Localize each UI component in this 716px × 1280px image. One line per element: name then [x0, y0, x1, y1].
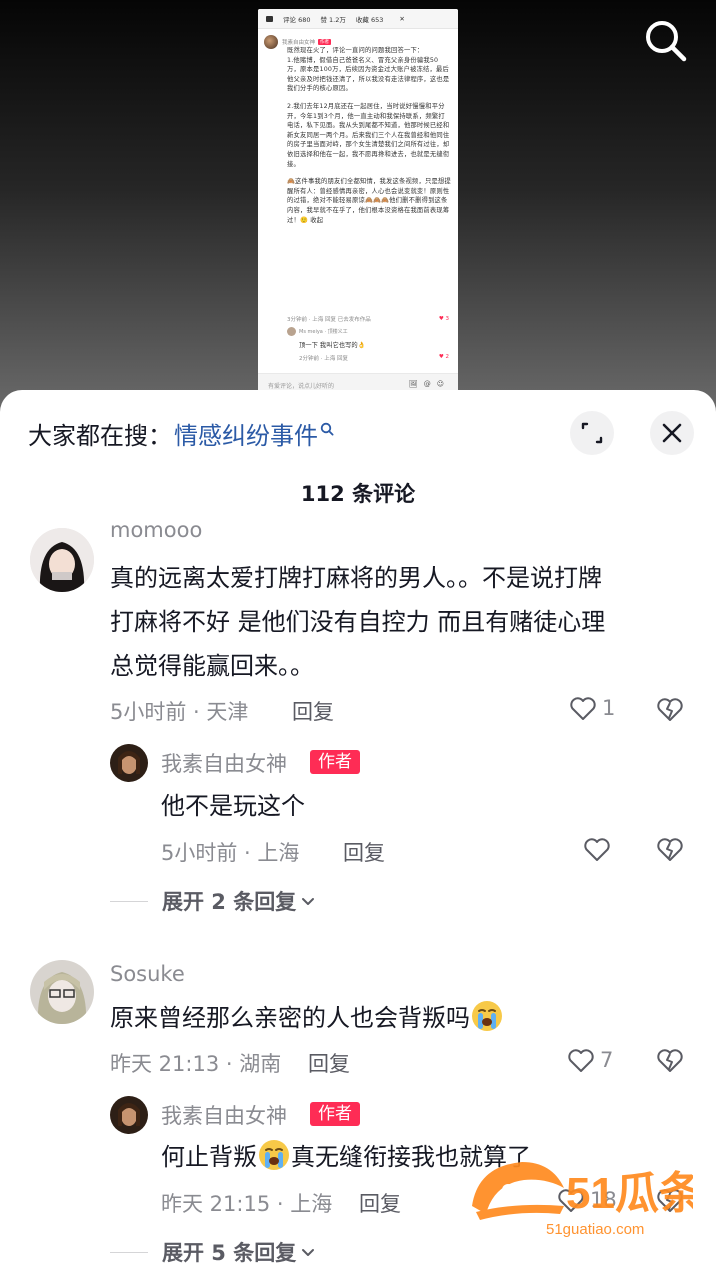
reply-username[interactable]: 我素自由女神 — [161, 748, 287, 778]
crying-emoji-icon — [259, 1140, 289, 1170]
embed-paragraph: 1.他赌博，假借自己爸爸名义、冒充父亲身份骗我50万，原本是100万，后续因为资… — [287, 56, 450, 93]
embed-author-tag: 作者 — [318, 39, 332, 45]
embed-author-name: 我素自由女神 — [282, 40, 316, 46]
reply-username[interactable]: 我素自由女神 — [161, 1100, 287, 1130]
embed-meta: 3分钟前 · 上海 回复 已去发布作品 ♥ 3 — [287, 315, 455, 323]
embed-meta-text: 3分钟前 · 上海 回复 已去发布作品 — [287, 317, 371, 323]
embed-input-placeholder: 有爱评论，说点儿好听的 — [268, 383, 335, 390]
embed-paragraph: 2.我们去年12月底还在一起居住，当时说好慢慢和平分开，今年1到3个月，他一直主… — [287, 102, 450, 168]
heart-icon — [568, 1049, 594, 1072]
comment-line: 真的远离太爱打牌打麻将的男人。。不是说打牌 — [110, 564, 602, 592]
chevron-down-icon — [302, 898, 315, 905]
author-avatar[interactable] — [110, 1096, 148, 1134]
like-button[interactable]: 18 — [556, 1185, 617, 1215]
like-count: 1 — [602, 696, 616, 720]
embed-like-count: 3 — [445, 316, 450, 322]
avatar[interactable] — [30, 528, 94, 592]
expand-replies-button[interactable]: 展开 2 条回复 — [110, 886, 318, 916]
comment-time-location: 5小时前 · 天津 — [110, 700, 249, 724]
embed-tab-bar: 评论 680 赞 1.2万 收藏 653 ✕ — [258, 9, 458, 29]
dislike-icon[interactable] — [655, 834, 685, 864]
search-icon[interactable] — [640, 16, 690, 66]
embed-sub-reply: Ms meiya · 顶楼义工 顶一下 我叫它也写的👌 2分钟前 · 上海 回复… — [287, 327, 455, 362]
like-button[interactable]: 7 — [566, 1045, 613, 1075]
dislike-icon[interactable] — [655, 1185, 685, 1215]
crying-emoji-icon — [472, 1001, 502, 1031]
reply-button[interactable]: 回复 — [343, 837, 385, 867]
expand-replies-button[interactable]: 展开 5 条回复 — [110, 1237, 318, 1267]
expand-replies-label: 展开 2 条回复 — [162, 890, 297, 914]
heart-icon — [558, 1189, 584, 1212]
dislike-icon[interactable] — [655, 694, 685, 724]
embed-sub-like: 2 — [445, 354, 450, 360]
author-badge: 作者 — [310, 750, 360, 774]
reply-text: 何止背叛 真无缝衔接我也就算了 — [161, 1135, 531, 1179]
comment-line: 总觉得能赢回来。。 — [110, 652, 314, 680]
embed-close-icon: ✕ — [399, 14, 405, 23]
avatar-image — [110, 1096, 148, 1134]
avatar-image — [30, 528, 94, 592]
comment-time-location: 昨天 21:13 · 湖南 — [110, 1052, 282, 1076]
embed-sub-avatar — [287, 327, 296, 336]
comment-sheet: 大家都在搜： 情感纠纷事件 112 条评论 momooo 真的远离太爱打牌打麻将… — [0, 390, 716, 1280]
close-button[interactable] — [650, 411, 694, 455]
comment-line: 原来曾经那么亲密的人也会背叛吗 — [110, 1004, 470, 1032]
embed-tab: 评论 680 — [283, 15, 311, 24]
like-count: 18 — [590, 1188, 617, 1212]
video-background: 评论 680 赞 1.2万 收藏 653 ✕ 我素自由女神 作者 既然现在火了，… — [0, 0, 716, 420]
comment-text: 原来曾经那么亲密的人也会背叛吗 — [110, 996, 504, 1040]
embed-tab: 收藏 653 — [355, 15, 384, 24]
avatar[interactable] — [30, 960, 94, 1024]
reply-button[interactable]: 回复 — [308, 1048, 350, 1078]
comment-text: 真的远离太爱打牌打麻将的男人。。不是说打牌 打麻将不好 是他们没有自控力 而且有… — [110, 556, 605, 688]
like-button[interactable]: 1 — [568, 693, 615, 723]
embed-sub-text: 顶一下 我叫它也写的👌 — [299, 342, 366, 349]
search-suggestion-link[interactable]: 情感纠纷事件 — [174, 416, 318, 451]
reply-text: 他不是玩这个 — [161, 792, 305, 820]
embed-comment-icon — [266, 15, 273, 22]
dislike-icon[interactable] — [655, 1045, 685, 1075]
search-small-icon — [320, 422, 334, 436]
author-badge: 作者 — [310, 1102, 360, 1126]
close-icon — [662, 423, 682, 443]
embed-paragraph: 既然现在火了，评论一直问的问题我回答一下： — [287, 47, 424, 54]
reply-time-location: 5小时前 · 上海 — [161, 841, 300, 865]
embed-avatar — [264, 35, 278, 49]
avatar-image — [30, 960, 94, 1024]
embed-comment-body: 既然现在火了，评论一直问的问题我回答一下： 1.他赌博，假借自己爸爸名义、冒充父… — [287, 46, 451, 225]
heart-icon — [570, 697, 596, 720]
expand-replies-label: 展开 5 条回复 — [162, 1241, 297, 1265]
embed-tab: 赞 1.2万 — [320, 15, 346, 24]
embed-sub-meta: 2分钟前 · 上海 回复 — [299, 356, 348, 362]
embed-heart-icon: ♥ 3 — [438, 316, 450, 322]
reply-text-part: 何止背叛 — [161, 1143, 257, 1171]
comment-username[interactable]: Sosuke — [110, 962, 185, 986]
embed-sub-name: Ms meiya · 顶楼义工 — [299, 329, 348, 335]
avatar-image — [110, 744, 148, 782]
reply-time-location: 昨天 21:15 · 上海 — [161, 1192, 333, 1216]
embed-input-icons: 🖼@☺ — [408, 380, 450, 388]
author-avatar[interactable] — [110, 744, 148, 782]
embed-sub-heart-icon: ♥ 2 — [438, 354, 450, 360]
comment-count: 112 条评论 — [300, 482, 416, 506]
embedded-comment-screenshot: 评论 680 赞 1.2万 收藏 653 ✕ 我素自由女神 作者 既然现在火了，… — [258, 9, 458, 394]
comment-line: 打麻将不好 是他们没有自控力 而且有赌徒心理 — [110, 608, 606, 636]
like-count: 7 — [600, 1048, 614, 1072]
chevron-down-icon — [302, 1249, 315, 1256]
embed-paragraph: 🙈这件事我的朋友们全都知情，我发这条视频，只是想提醒所有人：曾经感情再亲密，人心… — [287, 178, 451, 224]
fullscreen-button[interactable] — [570, 411, 614, 455]
divider — [110, 900, 148, 902]
expand-icon — [581, 422, 603, 444]
heart-icon[interactable] — [582, 834, 612, 864]
comment-username[interactable]: momooo — [110, 518, 202, 542]
reply-text-part: 真无缝衔接我也就算了 — [291, 1143, 531, 1171]
reply-button[interactable]: 回复 — [359, 1188, 401, 1218]
divider — [110, 1251, 148, 1253]
search-suggestion[interactable]: 大家都在搜： 情感纠纷事件 — [28, 416, 334, 451]
reply-button[interactable]: 回复 — [292, 696, 334, 726]
search-suggestion-prefix: 大家都在搜： — [28, 422, 172, 450]
